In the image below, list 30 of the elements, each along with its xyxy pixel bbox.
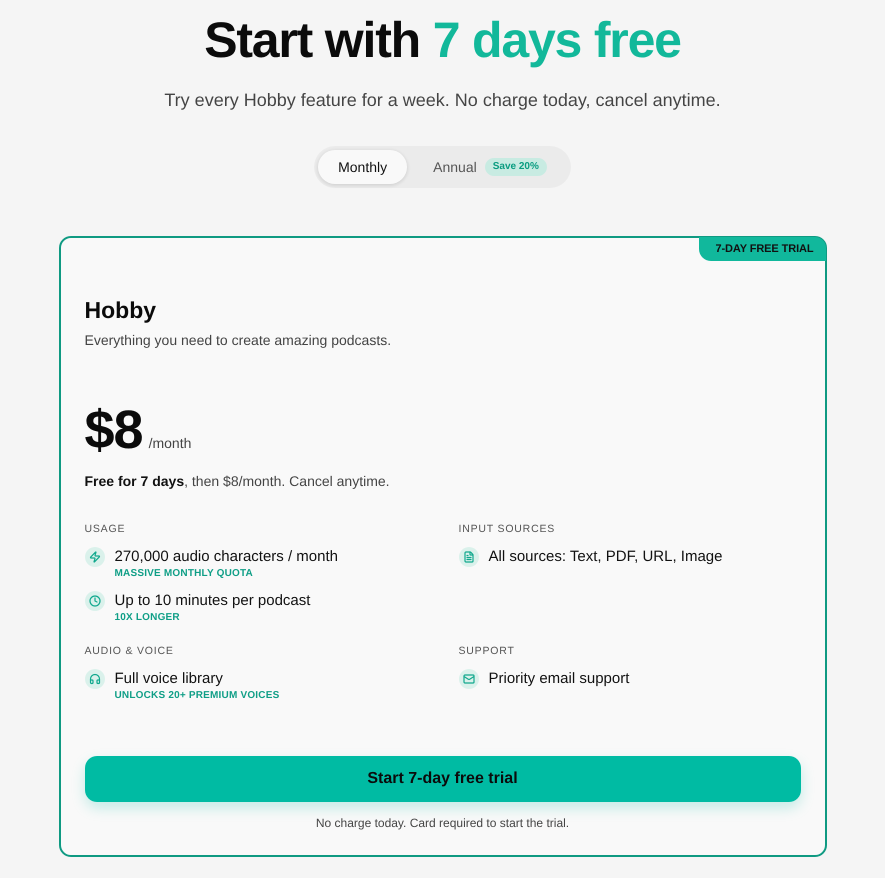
document-icon (458, 547, 478, 567)
discount-badge: Save 20% (484, 158, 547, 176)
feature-note: MASSIVE MONTHLY QUOTA (114, 567, 254, 581)
page-subtitle: Try every Hobby feature for a week. No charge today, cancel anytime. (164, 89, 721, 112)
billing-option[interactable]: Annual Save 20% (413, 150, 567, 184)
feature-text: Up to 10 minutes per podcast (114, 591, 310, 611)
billing-option[interactable]: Monthly (318, 150, 408, 184)
plan-price: $8 (84, 402, 143, 458)
page-title: Start with 7 days free (204, 12, 681, 68)
feature-text: Priority email support (488, 669, 630, 689)
lightning-icon (84, 547, 104, 567)
plan-description: Everything you need to create amazing podcasts. (84, 331, 392, 350)
start-trial-button[interactable]: Start 7-day free trial (84, 756, 800, 802)
feature-group-heading: AUDIO & VOICE (84, 644, 175, 659)
plan-name: Hobby (84, 296, 158, 324)
feature-group-heading: USAGE (84, 522, 126, 537)
feature-text: All sources: Text, PDF, URL, Image (488, 547, 722, 567)
feature-group-heading: INPUT SOURCES (458, 522, 556, 537)
footnote: No charge today. Card required to start the trial. (314, 815, 570, 831)
mail-icon (458, 669, 478, 689)
clock-icon (84, 591, 104, 611)
price-period: /month (148, 435, 192, 451)
headphones-icon (84, 669, 104, 689)
trial-badge: 7-DAY FREE TRIAL (699, 237, 826, 261)
trial-note: Free for 7 days, then $8/month. Cancel anytime. (84, 472, 391, 491)
feature-note: UNLOCKS 20+ PREMIUM VOICES (114, 689, 280, 703)
feature-note: 10X LONGER (114, 611, 181, 625)
feature-text: 270,000 audio characters / month (114, 547, 338, 567)
feature-group-heading: SUPPORT (458, 644, 516, 659)
feature-text: Full voice library (114, 669, 224, 689)
